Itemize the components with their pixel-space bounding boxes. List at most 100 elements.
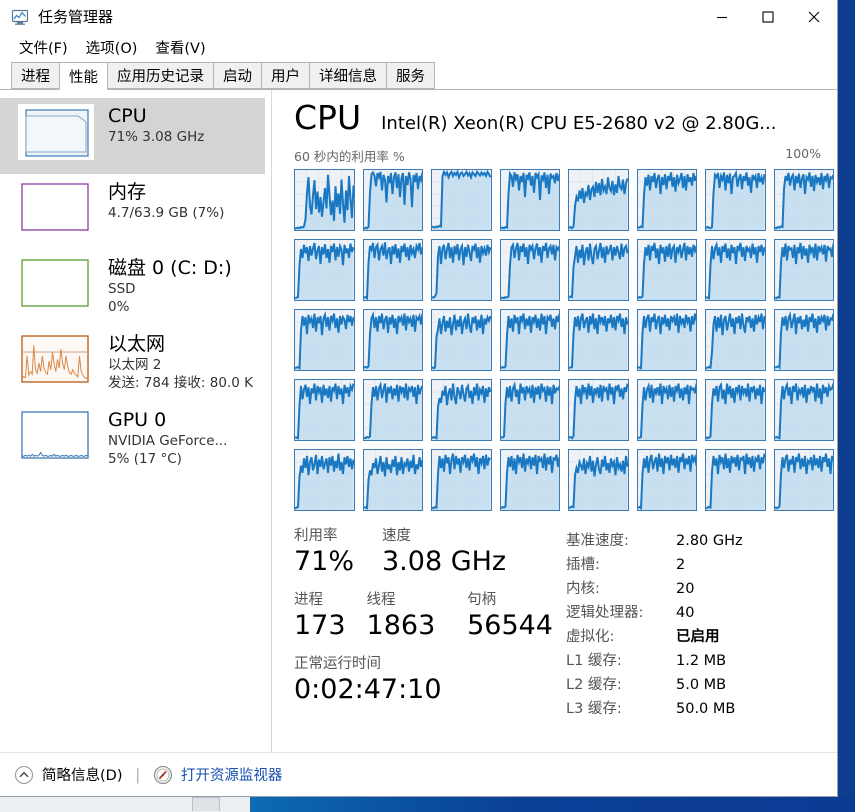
logical-processor-graph[interactable] bbox=[431, 239, 492, 301]
logical-processor-graph[interactable] bbox=[362, 309, 423, 371]
menu-item-view[interactable]: 查看(V) bbox=[146, 35, 214, 60]
sidebar-item-disk-0[interactable]: 磁盘 0 (C: D:) SSD 0% bbox=[0, 250, 271, 326]
logical-processor-graph[interactable] bbox=[499, 309, 560, 371]
spec-value-logical-processors: 40 bbox=[676, 605, 695, 621]
logical-processor-graph[interactable] bbox=[705, 169, 766, 231]
logical-processor-graph[interactable] bbox=[499, 239, 560, 301]
logical-processor-graph[interactable] bbox=[705, 449, 766, 511]
spec-key-l3-cache: L3 缓存: bbox=[566, 701, 622, 717]
logical-processor-graph[interactable] bbox=[705, 379, 766, 441]
spec-value-cores: 20 bbox=[676, 581, 695, 597]
stat-value-handles: 56544 bbox=[467, 610, 553, 641]
menu-item-file[interactable]: 文件(F) bbox=[10, 35, 77, 60]
logical-processor-graph[interactable] bbox=[499, 379, 560, 441]
maximize-button[interactable] bbox=[745, 0, 791, 33]
logical-processor-graph[interactable] bbox=[431, 449, 492, 511]
sidebar-item-memory[interactable]: 内存 4.7/63.9 GB (7%) bbox=[0, 174, 271, 250]
sidebar-item-title: 内存 bbox=[108, 181, 147, 203]
logical-processor-graph[interactable] bbox=[636, 449, 697, 511]
resource-sidebar[interactable]: CPU 71% 3.08 GHz 内存 4.7/63.9 GB (7%) 磁盘 0 (C… bbox=[0, 90, 272, 752]
logical-processor-graph[interactable] bbox=[568, 309, 629, 371]
logical-processor-graph[interactable] bbox=[294, 309, 355, 371]
logical-processor-graph[interactable] bbox=[568, 379, 629, 441]
tab-startup[interactable]: 启动 bbox=[213, 62, 262, 89]
logical-processor-graph[interactable] bbox=[568, 169, 629, 231]
logical-processor-graph[interactable] bbox=[568, 239, 629, 301]
sidebar-text-ethernet: 以太网 以太网 2 发送: 784 接收: 80.0 K bbox=[108, 332, 253, 392]
sidebar-item-sub1: 4.7/63.9 GB (7%) bbox=[108, 205, 225, 221]
task-manager-icon bbox=[11, 9, 29, 25]
spec-key-logical-processors: 逻辑处理器: bbox=[566, 605, 644, 621]
logical-processor-graph[interactable] bbox=[773, 379, 834, 441]
logical-processor-graph[interactable] bbox=[499, 169, 560, 231]
logical-processor-graph[interactable] bbox=[636, 169, 697, 231]
logical-processor-graph[interactable] bbox=[431, 309, 492, 371]
logical-processor-graph[interactable] bbox=[362, 239, 423, 301]
stat-threads: 线程 1863 bbox=[367, 591, 468, 642]
sidebar-text-memory: 内存 4.7/63.9 GB (7%) bbox=[108, 180, 224, 222]
logical-processor-graph[interactable] bbox=[773, 169, 834, 231]
sidebar-item-sub2: 0% bbox=[108, 299, 130, 315]
spec-key-l2-cache: L2 缓存: bbox=[566, 677, 622, 693]
logical-processor-graph[interactable] bbox=[431, 379, 492, 441]
sidebar-text-cpu: CPU 71% 3.08 GHz bbox=[108, 104, 204, 146]
spec-value-base-speed: 2.80 GHz bbox=[676, 533, 743, 549]
logical-processor-graph[interactable] bbox=[362, 449, 423, 511]
logical-processor-graph[interactable] bbox=[362, 169, 423, 231]
stat-utilization: 利用率 71% bbox=[294, 527, 382, 578]
logical-processor-graph[interactable] bbox=[294, 379, 355, 441]
tab-processes[interactable]: 进程 bbox=[11, 62, 60, 89]
sidebar-item-cpu[interactable]: CPU 71% 3.08 GHz bbox=[0, 98, 265, 174]
maximize-icon bbox=[762, 10, 774, 23]
stat-handles: 句柄 56544 bbox=[467, 591, 566, 642]
sidebar-item-ethernet[interactable]: 以太网 以太网 2 发送: 784 接收: 80.0 K bbox=[0, 326, 271, 402]
spec-value-l3-cache: 50.0 MB bbox=[676, 701, 736, 717]
logical-processor-graph[interactable] bbox=[362, 379, 423, 441]
logical-processor-graph[interactable] bbox=[568, 449, 629, 511]
logical-processor-graph[interactable] bbox=[431, 169, 492, 231]
logical-processor-graph[interactable] bbox=[705, 239, 766, 301]
tab-performance[interactable]: 性能 bbox=[59, 62, 108, 90]
logical-processor-graph[interactable] bbox=[636, 239, 697, 301]
chevron-up-circle-icon bbox=[14, 765, 34, 784]
logical-processor-graph[interactable] bbox=[773, 449, 834, 511]
sidebar-item-gpu-0[interactable]: GPU 0 NVIDIA GeForce... 5% (17 °C) bbox=[0, 402, 271, 478]
sidebar-item-sub1: SSD bbox=[108, 281, 136, 297]
sidebar-thumbnail-memory bbox=[18, 180, 94, 236]
spec-row-virtualization: 虚拟化: 已启用 bbox=[566, 625, 821, 649]
tab-details[interactable]: 详细信息 bbox=[309, 62, 387, 89]
stat-label-handles: 句柄 bbox=[467, 592, 497, 608]
spec-row-cores: 内核: 20 bbox=[566, 577, 821, 601]
spec-row-base-speed: 基准速度: 2.80 GHz bbox=[566, 529, 821, 553]
spec-key-base-speed: 基准速度: bbox=[566, 533, 629, 549]
logical-processor-graph[interactable] bbox=[294, 449, 355, 511]
tab-app-history[interactable]: 应用历史记录 bbox=[107, 62, 214, 89]
stat-value-speed: 3.08 GHz bbox=[382, 546, 507, 577]
task-manager-window: 任务管理器 文件(F)选项(O)查看(V) 进程性能应用历史记录启动用 bbox=[0, 0, 838, 797]
logical-processor-graph[interactable] bbox=[636, 309, 697, 371]
taskbar-window-tab[interactable] bbox=[192, 797, 220, 811]
stat-uptime: 正常运行时间 0:02:47:10 bbox=[294, 655, 494, 706]
spec-value-virtualization: 已启用 bbox=[676, 629, 720, 645]
close-button[interactable] bbox=[791, 0, 837, 33]
spec-value-l2-cache: 5.0 MB bbox=[676, 677, 727, 693]
open-resource-monitor-button[interactable]: 打开资源监视器 bbox=[153, 764, 282, 785]
logical-processor-graph[interactable] bbox=[773, 239, 834, 301]
stat-speed: 速度 3.08 GHz bbox=[382, 527, 532, 578]
logical-processor-graph[interactable] bbox=[705, 309, 766, 371]
logical-processor-graph[interactable] bbox=[636, 379, 697, 441]
tab-users[interactable]: 用户 bbox=[261, 62, 310, 89]
sidebar-thumbnail-gpu-0 bbox=[18, 408, 94, 464]
logical-processor-graph[interactable] bbox=[499, 449, 560, 511]
menu-item-options[interactable]: 选项(O) bbox=[77, 35, 147, 60]
logical-processor-graph[interactable] bbox=[773, 309, 834, 371]
logical-processor-graph[interactable] bbox=[294, 169, 355, 231]
logical-processor-grid[interactable] bbox=[294, 169, 834, 511]
menu-bar: 文件(F) 选项(O) 查看(V) bbox=[0, 33, 837, 61]
fewer-details-button[interactable]: 简略信息(D) bbox=[14, 764, 122, 785]
minimize-button[interactable] bbox=[699, 0, 745, 33]
tab-services[interactable]: 服务 bbox=[386, 62, 435, 89]
logical-processor-graph[interactable] bbox=[294, 239, 355, 301]
stat-row: 进程 173 线程 1863 句柄 56544 bbox=[294, 591, 566, 642]
sidebar-item-sub1: 以太网 2 bbox=[108, 357, 162, 373]
